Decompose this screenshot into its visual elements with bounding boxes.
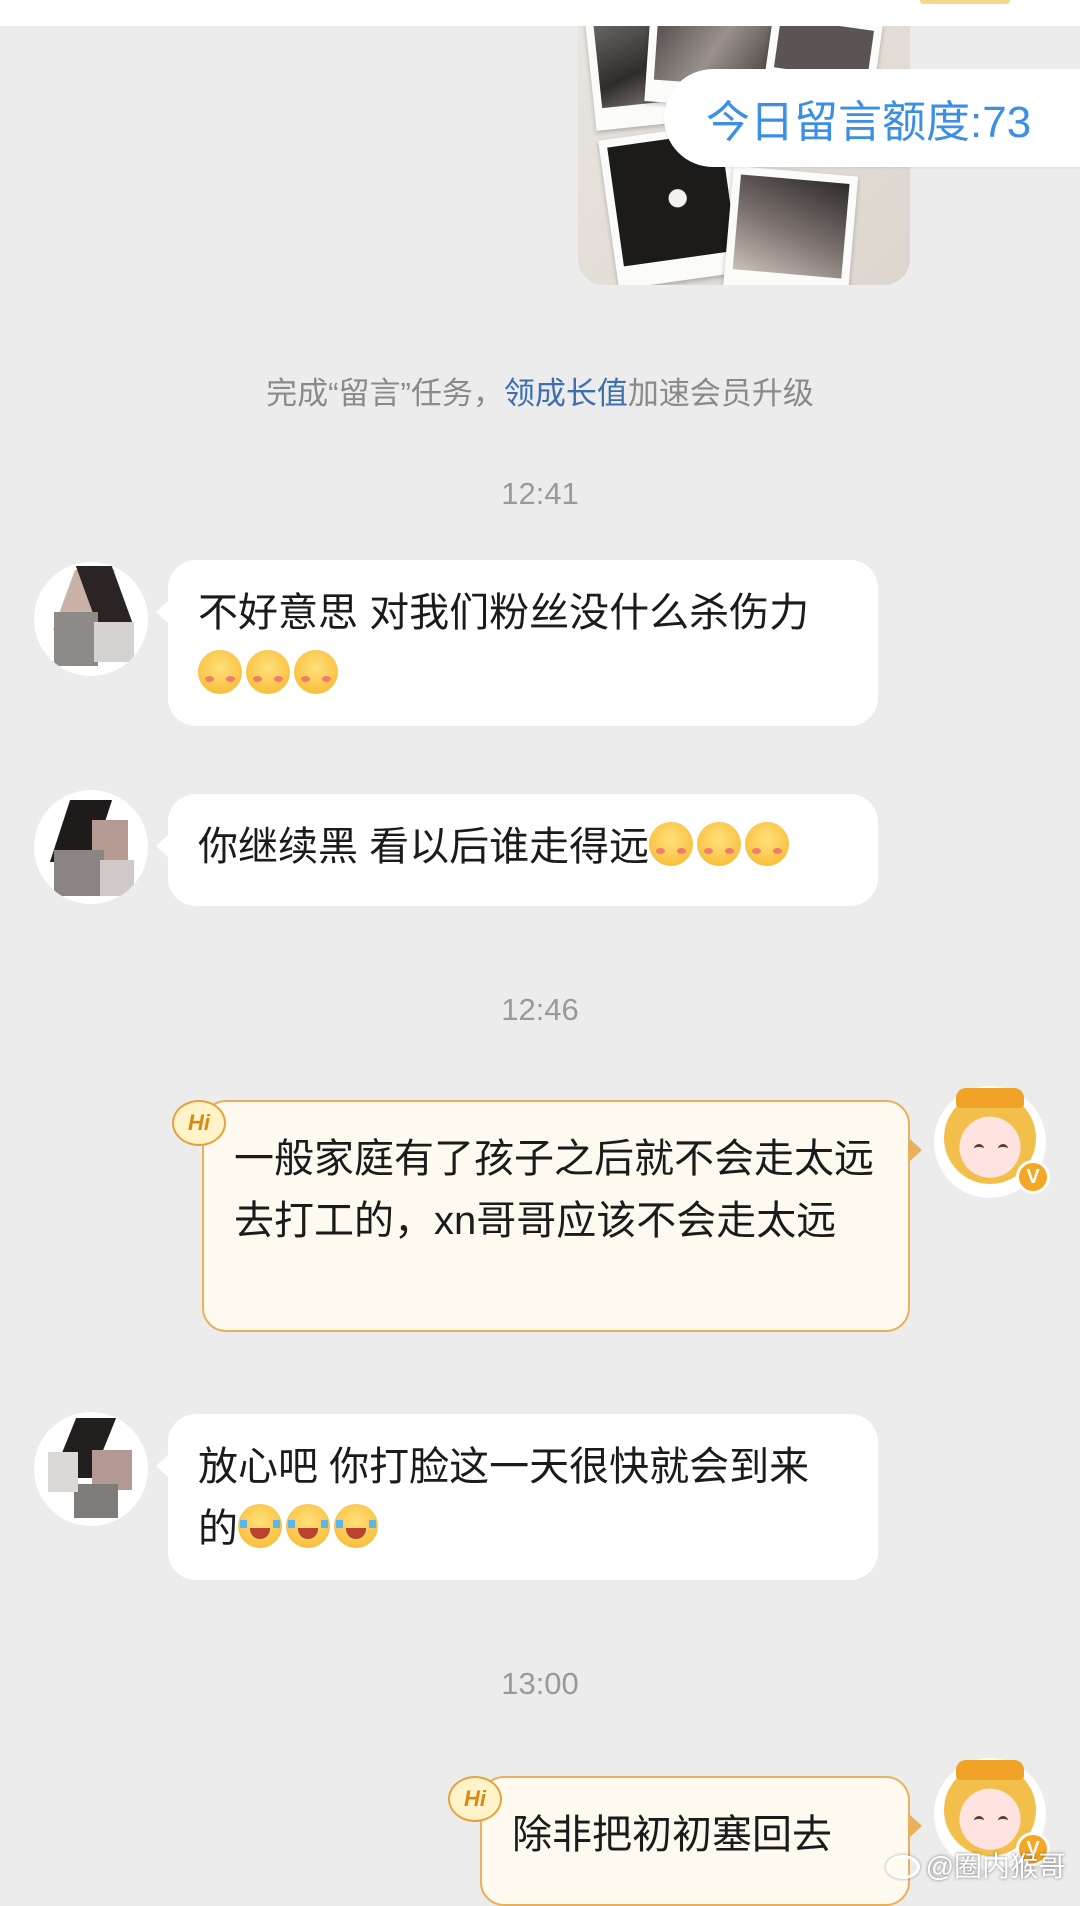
weibo-icon: [885, 1855, 920, 1879]
crown-icon: [956, 1760, 1024, 1780]
hi-badge: Hi: [172, 1100, 226, 1146]
verified-badge: V: [1016, 1160, 1050, 1194]
tears-of-joy-emoji: [286, 1504, 330, 1548]
blush-smile-emoji: [697, 822, 742, 866]
message-bubble[interactable]: 不好意思 对我们粉丝没什么杀伤力: [156, 560, 878, 726]
growth-value-link[interactable]: 领成长值: [504, 376, 628, 411]
message-bubble[interactable]: 放心吧 你打脸这一天很快就会到来的: [156, 1414, 878, 1580]
avatar[interactable]: [34, 1412, 148, 1526]
timestamp: 13:00: [501, 1666, 579, 1701]
system-note-prefix: 完成“留言”任务，: [266, 376, 504, 411]
hi-badge: Hi: [448, 1776, 502, 1822]
system-note: 完成“留言”任务，领成长值加速会员升级: [0, 368, 1080, 413]
crown-icon: [956, 1088, 1024, 1108]
system-note-suffix: 加速会员升级: [627, 376, 814, 411]
message-quota-label: 今日留言额度:73: [706, 98, 1032, 147]
message-bubble[interactable]: 你继续黑 看以后谁走得远: [156, 794, 878, 906]
avatar-self[interactable]: V: [934, 1086, 1050, 1198]
message-text: 不好意思 对我们粉丝没什么杀伤力: [198, 591, 810, 635]
watermark: @圈内猴哥: [885, 1845, 1066, 1885]
tears-of-joy-emoji: [238, 1504, 282, 1548]
own-message-bubble[interactable]: 除非把初初塞回去: [480, 1776, 922, 1906]
tears-of-joy-emoji: [334, 1504, 378, 1548]
own-message-bubble[interactable]: 一般家庭有了孩子之后就不会走太远去打工的，xn哥哥应该不会走太远: [202, 1100, 922, 1332]
watermark-text: @圈内猴哥: [925, 1851, 1066, 1882]
polaroid-photo: [722, 165, 859, 285]
timestamp: 12:41: [501, 476, 579, 511]
blush-smile-emoji: [649, 822, 694, 866]
blush-smile-emoji: [745, 822, 790, 866]
timestamp: 12:46: [501, 992, 579, 1027]
top-accent: [920, 0, 1010, 4]
message-text: 你继续黑 看以后谁走得远: [198, 825, 650, 869]
message-text: 一般家庭有了孩子之后就不会走太远去打工的，xn哥哥应该不会走太远: [234, 1137, 874, 1243]
message-quota-badge[interactable]: 今日留言额度:73: [664, 69, 1080, 167]
avatar[interactable]: [34, 562, 148, 676]
top-bar: [0, 0, 1080, 26]
blush-smile-emoji: [198, 650, 242, 694]
message-text: 除非把初初塞回去: [512, 1813, 832, 1857]
avatar[interactable]: [34, 790, 148, 904]
blush-smile-emoji: [246, 650, 290, 694]
blush-smile-emoji: [294, 650, 338, 694]
